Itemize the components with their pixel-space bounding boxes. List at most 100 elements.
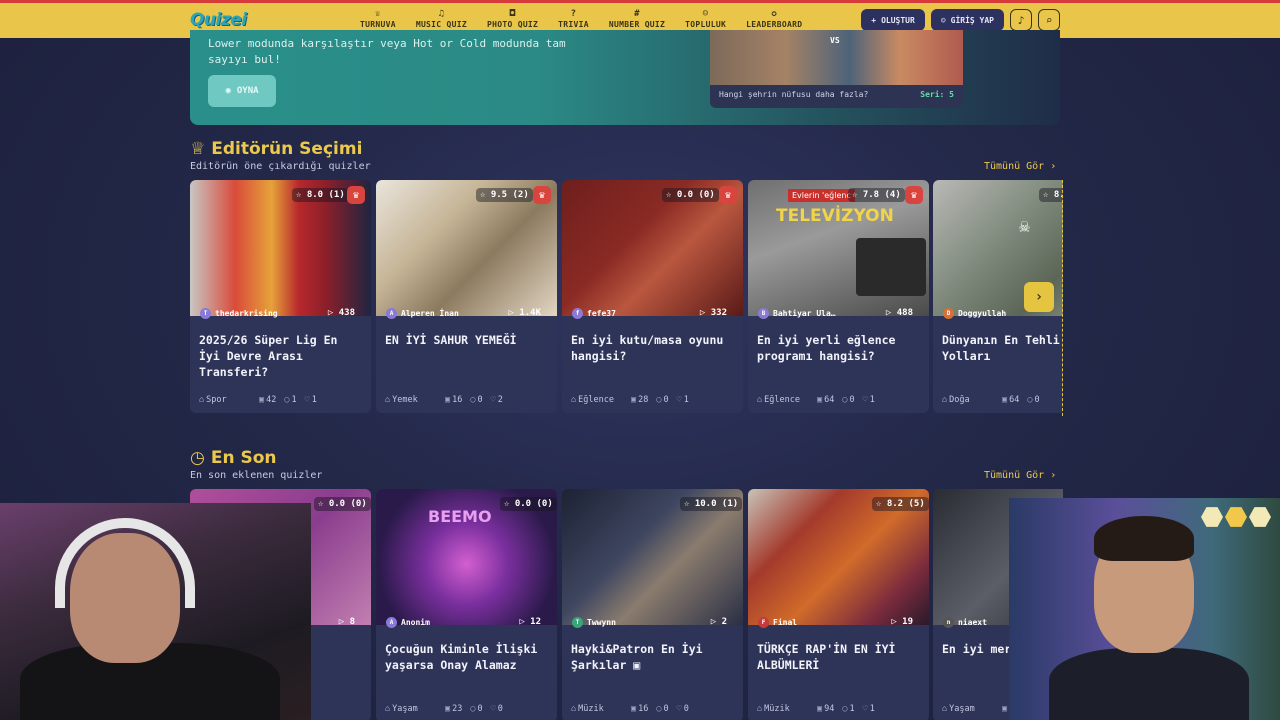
quiz-meta: ⌂ Doğa ▣ 64 ◯ 0 xyxy=(942,395,1040,405)
latest-subtitle: En son eklenen quizler xyxy=(190,470,323,481)
author-chip[interactable]: D Doggyullah xyxy=(943,308,1006,319)
crown-icon: ♛ xyxy=(533,186,551,204)
comment-icon: ◯ xyxy=(656,704,662,714)
rating-badge: ☆ 8.2 (5) xyxy=(872,497,929,511)
heart-icon: ♡ xyxy=(676,704,682,714)
author-chip[interactable]: B Bahtiyar Ula… xyxy=(758,308,836,319)
nav-trivia[interactable]: ? TRIVIA xyxy=(548,8,599,29)
users-icon: ☺ xyxy=(702,9,709,19)
quiz-card[interactable]: ☆ 10.0 (1) T Twwynn ▷ 2 Hayki&Patron En İ… xyxy=(562,489,743,720)
copy-icon: ▣ xyxy=(1002,704,1008,714)
heart-icon: ♡ xyxy=(304,395,310,405)
quiz-card[interactable]: BEEMO ☆ 0.0 (0) A Anonim ▷ 12 Çocuğun Kim… xyxy=(376,489,557,720)
quiz-card[interactable]: ☆ 9.5 (2) ♛ A Alperen İnan ▷ 1.4K EN İYİ … xyxy=(376,180,557,413)
medal-icon: ✪ xyxy=(771,9,778,19)
author-chip[interactable]: n niaext xyxy=(943,617,987,628)
quiz-meta: ⌂ Spor ▣ 42 ◯ 1 ♡ 1 xyxy=(199,395,317,405)
crown-icon: ♛ xyxy=(719,186,737,204)
bell-icon[interactable]: ♪ xyxy=(1010,9,1032,31)
tag-icon: ⌂ xyxy=(571,704,577,714)
clock-icon: ◷ xyxy=(190,448,205,468)
quiz-title[interactable]: En iyi yerli eğlence programı hangisi? xyxy=(757,332,922,364)
copy-icon: ▣ xyxy=(259,395,265,405)
skull-icon: ☠ xyxy=(1019,216,1030,237)
latest-see-all-link[interactable]: Tümünü Gör › xyxy=(984,470,1056,481)
hex-light xyxy=(1249,507,1271,527)
author-chip[interactable]: Tthedarkrising xyxy=(200,308,278,319)
quiz-title[interactable]: Çocuğun Kiminle İlişki yaşarsa Onay Alam… xyxy=(385,641,550,673)
rating-badge: ☆ 0.0 (0) xyxy=(314,497,371,511)
login-button[interactable]: ☺ GİRİŞ YAP xyxy=(930,9,1004,31)
comment-icon: ◯ xyxy=(656,395,662,405)
play-count: ▷ 438 xyxy=(327,308,355,318)
editors-carousel: ☆ 8.0 (1) ♛ Tthedarkrising ▷ 438 2025/26… xyxy=(190,180,1063,417)
quiz-meta: ⌂ Yemek ▣ 16 ◯ 0 ♡ 2 xyxy=(385,395,503,405)
category-tag: Evlerin 'eğlenc xyxy=(788,189,855,202)
nav-turnuva[interactable]: ♕ TURNUVA xyxy=(350,8,406,29)
author-chip[interactable]: T Twwynn xyxy=(572,617,616,628)
hero-preview-card[interactable]: VS Hangi şehrin nüfusu daha fazla? Seri:… xyxy=(710,30,963,108)
music-icon: ♫ xyxy=(438,9,445,19)
nav-photo-quiz[interactable]: ◘ PHOTO QUIZ xyxy=(477,8,548,29)
play-count: ▷ 332 xyxy=(699,308,727,318)
play-count: ▷ 19 xyxy=(891,617,913,627)
editors-see-all-link[interactable]: Tümünü Gör › xyxy=(984,161,1056,172)
heart-icon: ♡ xyxy=(676,395,682,405)
tag-icon: ⌂ xyxy=(757,395,763,405)
avatar: A xyxy=(386,617,397,628)
comment-icon: ◯ xyxy=(470,704,476,714)
quiz-title[interactable]: Hayki&Patron En İyi Şarkılar ▣ xyxy=(571,641,736,673)
comment-icon: ◯ xyxy=(1027,395,1033,405)
quiz-card[interactable]: ☆ 0.0 (0) ♛ f fefe37 ▷ 332 En iyi kutu/ma… xyxy=(562,180,743,413)
hex-light xyxy=(1201,507,1223,527)
nav-actions: + OLUŞTUR ☺ GİRİŞ YAP ♪ ⌕ xyxy=(861,9,1060,31)
quiz-title[interactable]: TÜRKÇE RAP'İN EN İYİ ALBÜMLERİ xyxy=(757,641,922,673)
author-chip[interactable]: A Anonim xyxy=(386,617,430,628)
quiz-title[interactable]: 2025/26 Süper Lig En İyi Devre Arası Tra… xyxy=(199,332,364,380)
nav-topluluk[interactable]: ☺ TOPLULUK xyxy=(675,8,736,29)
author-chip[interactable]: F Final xyxy=(758,617,797,628)
quiz-card[interactable]: ☆ 8.0 (1) ♛ Tthedarkrising ▷ 438 2025/26… xyxy=(190,180,371,413)
play-count: ▷ 488 xyxy=(885,308,913,318)
avatar: F xyxy=(758,617,769,628)
nav-music-quiz[interactable]: ♫ MUSIC QUIZ xyxy=(406,8,477,29)
plus-icon: + xyxy=(871,15,877,25)
streak-label: Seri: 5 xyxy=(920,90,954,99)
latest-carousel: ☆ 0.0 (0) ▷ 8 ap ◯0 ♡0 BEEMO ☆ 0.0 (0) A… xyxy=(190,489,1063,720)
copy-icon: ▣ xyxy=(817,704,823,714)
rating-badge: ☆ 8.0 (1) xyxy=(292,188,349,202)
person-hair xyxy=(1094,516,1194,561)
hash-icon: # xyxy=(634,9,640,19)
search-icon[interactable]: ⌕ xyxy=(1038,9,1060,31)
site-logo[interactable]: Quizei xyxy=(190,10,247,30)
hero-question: Hangi şehrin nüfusu daha fazla? xyxy=(719,90,869,99)
play-button[interactable]: ◉ OYNA xyxy=(208,75,276,107)
quiz-title[interactable]: EN İYİ SAHUR YEMEĞİ xyxy=(385,332,550,348)
quiz-card[interactable]: ☆ 8.2 (5) F Final ▷ 19 TÜRKÇE RAP'İN EN İ… xyxy=(748,489,929,720)
create-button[interactable]: + OLUŞTUR xyxy=(861,9,925,31)
quiz-title[interactable]: En iyi kutu/masa oyunu hangisi? xyxy=(571,332,736,364)
hero-banner: Lower modunda karşılaştır veya Hot or Co… xyxy=(190,30,1060,125)
quiz-meta: ⌂ Eğlence ▣ 64 ◯ 0 ♡ 1 xyxy=(757,395,875,405)
copy-icon: ▣ xyxy=(445,395,451,405)
nav-leaderboard[interactable]: ✪ LEADERBOARD xyxy=(736,8,812,29)
author-chip[interactable]: f fefe37 xyxy=(572,308,616,319)
comment-icon: ◯ xyxy=(470,395,476,405)
crown-icon: ♛ xyxy=(347,186,365,204)
quiz-title[interactable]: Dünyanın En Tehli Yolları xyxy=(942,332,1063,364)
tag-icon: ⌂ xyxy=(385,704,391,714)
quiz-card[interactable]: Evlerin 'eğlenc TELEVİZYON ☆ 7.8 (4) ♛ B… xyxy=(748,180,929,413)
thumbnail-overlay-text: BEEMO xyxy=(428,507,492,526)
carousel-next-button[interactable]: › xyxy=(1024,282,1054,312)
heart-icon: ♡ xyxy=(862,704,868,714)
tag-icon: ⌂ xyxy=(757,704,763,714)
avatar: f xyxy=(572,308,583,319)
question-icon: ? xyxy=(570,9,577,19)
nav-number-quiz[interactable]: # NUMBER QUIZ xyxy=(599,8,675,29)
tv-image xyxy=(856,238,926,296)
author-chip[interactable]: A Alperen İnan xyxy=(386,308,459,319)
avatar: T xyxy=(200,308,211,319)
rating-badge: ☆ 0.0 (0) xyxy=(500,497,557,511)
play-count: ▷ 1.4K xyxy=(508,308,541,318)
quiz-meta: ⌂ Müzik ▣ 94 ◯ 1 ♡ 1 xyxy=(757,704,875,714)
